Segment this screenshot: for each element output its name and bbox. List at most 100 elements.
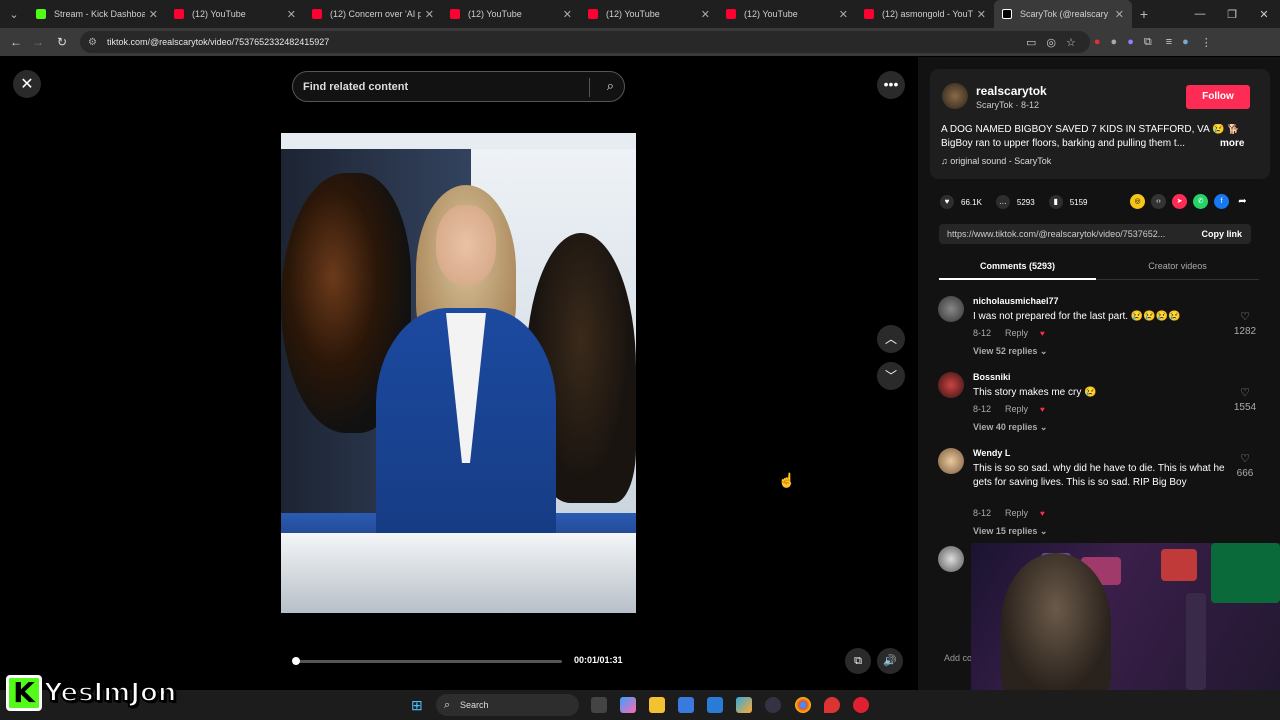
comment-like[interactable]: ♡ 1282 (1230, 310, 1260, 337)
view-replies-button[interactable]: View 52 replies ⌄ (973, 346, 1047, 357)
follow-button[interactable]: Follow (1186, 85, 1250, 109)
commenter-avatar[interactable] (938, 372, 964, 398)
site-info-icon[interactable]: ⚙ (88, 37, 97, 48)
chrome-icon[interactable] (795, 697, 811, 713)
caption-more-link[interactable]: more (1220, 138, 1244, 149)
tab-close-icon[interactable]: ✕ (425, 8, 434, 21)
browser-tab-active[interactable]: ScaryTok (@realscary ✕ (994, 0, 1132, 28)
comment-meta: 8-12 Reply ♥ (973, 328, 1045, 338)
copy-link-button[interactable]: Copy link (1201, 224, 1242, 244)
new-tab-icon[interactable]: + (1132, 6, 1156, 22)
like-action[interactable]: ♥ 66.1K (940, 195, 982, 209)
maps-pin-icon[interactable] (824, 697, 840, 713)
whatsapp-icon[interactable]: ✆ (1193, 194, 1208, 209)
comment-text: This story makes me cry 😢 (973, 387, 1097, 398)
reply-button[interactable]: Reply (1005, 328, 1028, 338)
url-bar[interactable]: ⚙ tiktok.com/@realscarytok/video/7537652… (80, 31, 1090, 53)
share-link-text[interactable]: https://www.tiktok.com/@realscarytok/vid… (947, 224, 1189, 244)
commenter-name[interactable]: Wendy L (973, 448, 1010, 458)
taskbar-search[interactable]: ⌕ Search (436, 694, 579, 716)
back-icon[interactable]: ← (4, 35, 28, 49)
comment-action[interactable]: … 5293 (995, 195, 1035, 209)
browser-tab[interactable]: (12) YouTube ✕ (442, 0, 580, 28)
minimize-icon[interactable]: — (1184, 8, 1216, 20)
author-avatar[interactable] (942, 83, 968, 109)
browser-tab[interactable]: (12) YouTube ✕ (580, 0, 718, 28)
search-icon[interactable]: ⌕ (607, 78, 614, 94)
close-video-button[interactable]: ✕ (13, 70, 41, 98)
mail-icon[interactable] (707, 697, 723, 713)
related-search-input[interactable]: Find related content ⌕ (292, 71, 625, 102)
profile-avatar-icon[interactable]: ● (1182, 36, 1189, 48)
reply-button[interactable]: Reply (1005, 404, 1028, 414)
commenter-name[interactable]: nicholausmichael77 (973, 296, 1059, 306)
extension-purple-icon[interactable]: ● (1127, 36, 1134, 48)
close-window-icon[interactable]: ✕ (1248, 8, 1280, 21)
extension-gray-icon[interactable]: ● (1111, 36, 1118, 48)
browser-tab[interactable]: (12) asmongold - YouTub ✕ (856, 0, 994, 28)
previous-video-button[interactable]: ︿ (877, 325, 905, 353)
extensions-puzzle-icon[interactable]: ⧉ (1144, 36, 1152, 49)
maximize-icon[interactable]: ❐ (1216, 8, 1248, 21)
view-replies-button[interactable]: View 15 replies ⌄ (973, 526, 1047, 537)
browser-tab[interactable]: (12) YouTube ✕ (166, 0, 304, 28)
more-options-button[interactable]: ••• (877, 71, 905, 99)
picture-in-picture-button[interactable]: ⧉ (845, 648, 871, 674)
comment-like[interactable]: ♡ 1554 (1230, 386, 1260, 413)
bookmark-star-icon[interactable]: ☆ (1066, 36, 1076, 49)
tab-close-icon[interactable]: ✕ (149, 8, 158, 21)
send-icon[interactable]: ➤ (1172, 194, 1187, 209)
tab-close-icon[interactable]: ✕ (287, 8, 296, 21)
comment-like[interactable]: ♡ 666 (1230, 452, 1260, 479)
progress-handle[interactable] (291, 657, 300, 665)
eye-off-icon[interactable]: ◎ (1046, 36, 1056, 49)
forward-icon[interactable]: → (26, 35, 50, 49)
store-icon[interactable] (678, 697, 694, 713)
commenter-avatar[interactable] (938, 296, 964, 322)
record-app-icon[interactable] (853, 697, 869, 713)
app-dark-icon[interactable] (765, 697, 781, 713)
tab-close-icon[interactable]: ✕ (701, 8, 710, 21)
cast-icon[interactable]: ▭ (1026, 36, 1036, 49)
reload-icon[interactable]: ↻ (50, 35, 74, 49)
tab-creator-videos[interactable]: Creator videos (1099, 254, 1256, 280)
next-video-button[interactable]: ﹀ (877, 362, 905, 390)
author-username[interactable]: realscarytok (976, 84, 1047, 98)
tab-close-icon[interactable]: ✕ (563, 8, 572, 21)
tab-comments[interactable]: Comments (5293) (939, 254, 1096, 280)
copilot-icon[interactable] (620, 697, 636, 713)
video-progress-bar[interactable] (291, 657, 562, 665)
heart-outline-icon: ♡ (1240, 387, 1250, 399)
commenter-name[interactable]: Bossniki (973, 372, 1011, 382)
app-icon[interactable] (736, 697, 752, 713)
video-frame[interactable] (281, 133, 636, 613)
tab-favicon-icon (588, 9, 598, 19)
share-arrow-icon[interactable]: ➦ (1235, 194, 1250, 209)
embed-icon[interactable]: ‹› (1151, 194, 1166, 209)
browser-tab[interactable]: (12) Concern over 'AI psy ✕ (304, 0, 442, 28)
browser-menu-icon[interactable]: ⋮ (1201, 36, 1212, 49)
chevron-down-icon: ﹀ (884, 369, 897, 383)
tab-search-icon[interactable]: ⌄ (0, 0, 28, 28)
commenter-avatar[interactable] (938, 546, 964, 572)
task-view-icon[interactable] (591, 697, 607, 713)
reading-list-icon[interactable]: ≡ (1166, 36, 1172, 48)
tab-close-icon[interactable]: ✕ (1115, 8, 1124, 21)
volume-button[interactable]: 🔊 (877, 648, 903, 674)
commenter-avatar[interactable] (938, 448, 964, 474)
browser-tab[interactable]: Stream - Kick Dashboard ✕ (28, 0, 166, 28)
sound-link[interactable]: ♫ original sound - ScaryTok (941, 156, 1051, 166)
windows-start-icon[interactable]: ⊞ (411, 697, 423, 714)
windows-taskbar: ⊞ ⌕ Search (0, 690, 1280, 720)
file-explorer-icon[interactable] (649, 697, 665, 713)
view-replies-button[interactable]: View 40 replies ⌄ (973, 422, 1047, 433)
facebook-icon[interactable]: f (1214, 194, 1229, 209)
tab-close-icon[interactable]: ✕ (977, 8, 986, 21)
extension-red-icon[interactable]: ● (1094, 36, 1101, 48)
coin-share-icon[interactable]: ◎ (1130, 194, 1145, 209)
add-comment-input[interactable]: Add co (944, 653, 972, 663)
reply-button[interactable]: Reply (1005, 508, 1028, 518)
save-action[interactable]: ▮ 5159 (1048, 195, 1088, 209)
browser-tab[interactable]: (12) YouTube ✕ (718, 0, 856, 28)
tab-close-icon[interactable]: ✕ (839, 8, 848, 21)
